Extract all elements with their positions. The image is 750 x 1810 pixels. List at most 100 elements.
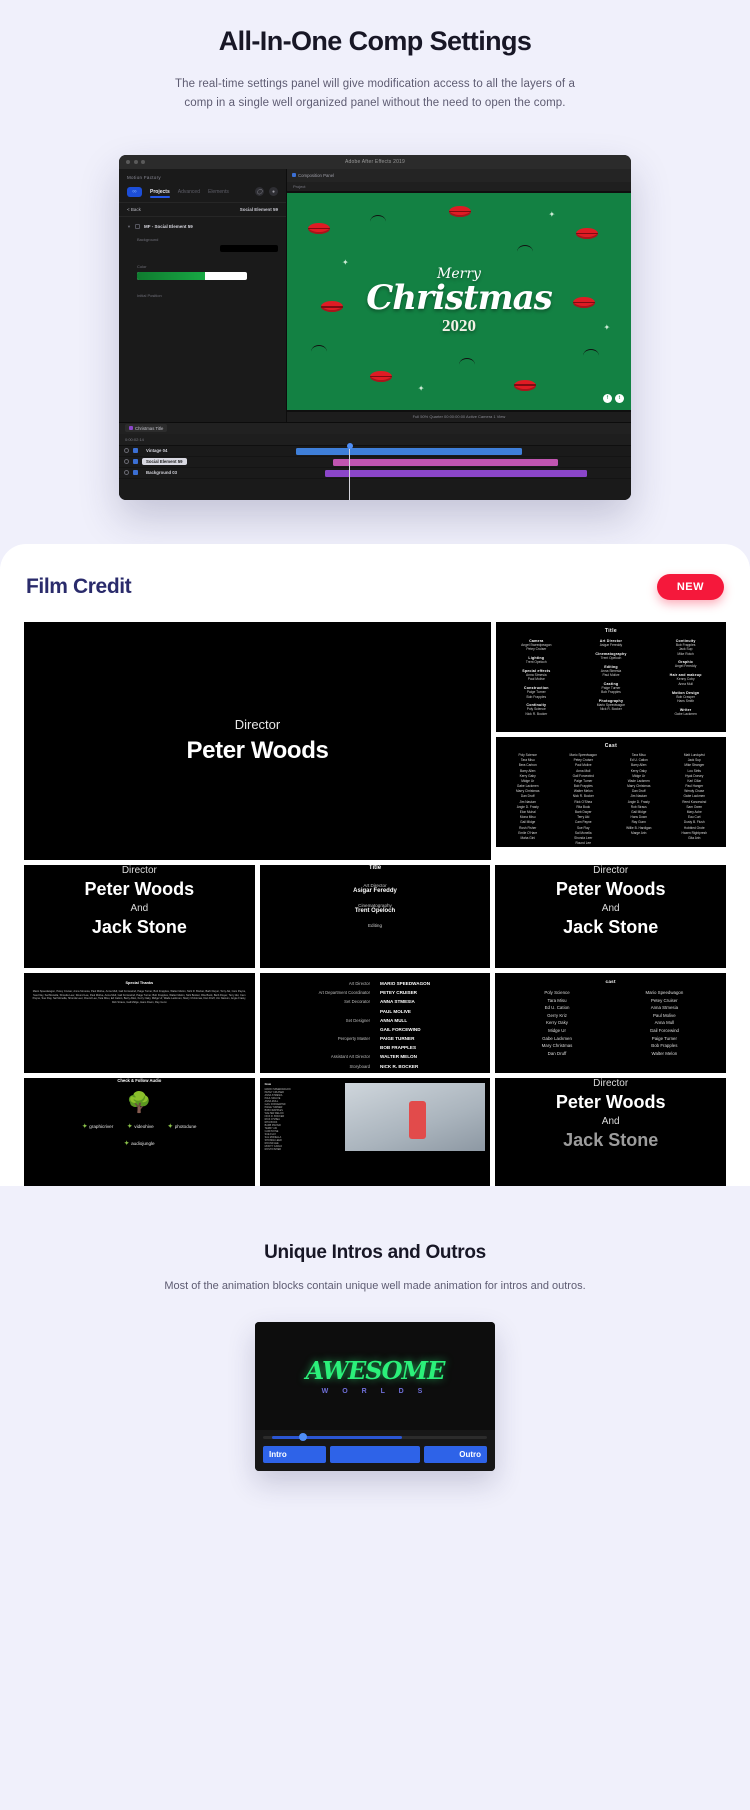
card-crew-photo[interactable]: Crew MARIO SPEEDWAGON PETEY CRUISER ANNA S… (259, 1077, 491, 1186)
cast-name: Anna Mull (654, 1020, 675, 1026)
credit-name: Nick R. Bocker (525, 711, 548, 716)
credit-name: MARIO SPEEDWAGON (380, 980, 431, 986)
landing-page: All-In-One Comp Settings The real-time s… (0, 0, 750, 1505)
card-credits-grid[interactable]: Title Camera Angel Sweedpeagon Petey Cruis… (495, 621, 726, 732)
credit-group: Special effects Anna Stmesia Paul Molive (503, 669, 570, 682)
card-cast-two-col[interactable]: cast Poly Science Tara Misu Ed U. Cation Ge… (495, 972, 727, 1073)
scrubber-knob[interactable] (298, 1433, 307, 1442)
card-special-thanks[interactable]: Special Thanks Mario Speedwagon, Petey C… (24, 972, 255, 1073)
user-icon[interactable]: ● (269, 187, 278, 197)
cast-name: Gail Midge (520, 820, 536, 825)
checkbox-icon[interactable] (134, 223, 140, 229)
table-row[interactable]: Vintage 04 (119, 446, 631, 457)
cast-name: Anna Stmesia (650, 1005, 679, 1011)
twitter-icon[interactable]: t (615, 393, 624, 403)
background-row (137, 244, 278, 252)
card-audio-credits[interactable]: Check & Follow Audio 🌳 ✦ graphicriver ✦ vi… (24, 1077, 255, 1186)
layer-track[interactable] (267, 457, 631, 467)
chevron-down-icon[interactable]: ▼ (127, 224, 131, 229)
panel-nav: ∞ Projects Advanced Elements ◯ ● (119, 184, 286, 202)
tab-christmas-title[interactable]: Christmas Title (125, 424, 168, 433)
tab-composition[interactable]: Composition Panel (292, 173, 334, 178)
back-button[interactable]: < Back (127, 207, 141, 212)
cast-name: Gail Forcewind (572, 773, 594, 778)
layer-track[interactable] (267, 468, 631, 478)
cast-name: Mona Misu (519, 815, 536, 820)
grid-row: Director Peter Woods Title Camera Angel S… (24, 621, 726, 860)
tab-advanced[interactable]: Advanced (178, 189, 200, 195)
cast-name: Emile O'Hare (518, 830, 538, 835)
credit-role (270, 1009, 370, 1014)
layer-color-icon (133, 448, 138, 454)
cast-name: Willie B. Hardigan (626, 825, 652, 830)
color-swatch[interactable] (220, 244, 278, 252)
card-title-roles[interactable]: Title Art Director Asigar Fereddy Cinema… (259, 864, 491, 968)
table-row[interactable]: Social Element 59 (119, 457, 631, 468)
brand-label: Motion Factory (127, 174, 161, 180)
tab-elements[interactable]: Elements (208, 189, 229, 195)
card-cast-list[interactable]: Cast Poly Science Tara Misu Bera Carbon Bar… (495, 736, 726, 847)
videohive-logo[interactable]: ✦ videohive (127, 1123, 153, 1130)
layer-track[interactable] (267, 446, 631, 456)
logo-row: ✦ graphicriver ✦ videohive ✦ photodune (82, 1123, 196, 1130)
layer-name: Vintage 04 (146, 448, 168, 454)
comp-toolbar[interactable]: Full 50% Quarter 00:00:00:00 Active Came… (287, 411, 631, 422)
card-art-department[interactable]: Art Director Art Department Coordinator Se… (259, 972, 491, 1073)
credit-header: Film Credit NEW (0, 573, 750, 622)
eye-icon[interactable] (124, 459, 129, 465)
layer-left: Social Element 59 (119, 458, 267, 466)
credit-role: Assistant Art Director (330, 1054, 371, 1060)
social-icons[interactable]: f t (603, 393, 624, 403)
cast-name: Bob Frapples (651, 1043, 678, 1049)
card-person-2: Jack Stone (91, 916, 187, 937)
cast-name: Gita Arin (688, 835, 701, 840)
credit-role: Set Decorator (344, 999, 371, 1005)
crew-lines: MARIO SPEEDWAGON PETEY CRUISER ANNA STMESI… (265, 1088, 340, 1151)
panel-icons: ◯ ● (255, 187, 278, 197)
cast-name: Tara Misu (631, 752, 646, 757)
color-slider[interactable] (137, 271, 247, 280)
card-title: cast (605, 978, 616, 984)
credit-name: Nick R. Bocker (600, 707, 622, 712)
card-director-hero[interactable]: Director Peter Woods (24, 621, 491, 860)
layer-item[interactable]: ▼ MF - Social Element 59 (119, 217, 286, 233)
eye-icon[interactable] (124, 448, 129, 454)
credit-group: Editing Anna Stmesia Paul Molive (578, 665, 645, 678)
facebook-icon[interactable]: f (603, 393, 612, 403)
credit-name: Bob Frapples (601, 690, 621, 695)
card-director-pair-right[interactable]: Director Peter Woods And Jack Stone (495, 864, 727, 968)
cast-name: Gabe Lackmen (542, 1035, 572, 1041)
preview-stage[interactable]: AWESOME W O R L D S (255, 1321, 495, 1430)
middle-segment[interactable] (329, 1445, 421, 1463)
layer-name: Social Element 59 (142, 458, 187, 466)
card-and: And (130, 902, 149, 914)
card-director-pair-bottom[interactable]: Director Peter Woods And Jack Stone (495, 1077, 727, 1186)
graphicriver-logo[interactable]: ✦ graphicriver (82, 1123, 113, 1130)
tab-projects[interactable]: Projects (150, 189, 170, 198)
status-badge: NEW (656, 573, 724, 600)
card-director-pair-left[interactable]: Director Peter Woods And Jack Stone (24, 864, 255, 968)
section-subtitle: Most of the animation blocks contain uni… (164, 1279, 586, 1292)
playhead[interactable] (346, 442, 353, 500)
outro-button[interactable]: Outro (424, 1445, 487, 1463)
intro-button[interactable]: Intro (263, 1445, 326, 1463)
intro-preview-window: AWESOME W O R L D S Intro Outro (255, 1321, 495, 1471)
timeline-scrubber[interactable] (263, 1433, 487, 1442)
table-row[interactable]: Background 03 (119, 468, 631, 479)
property-label-extra: Initial Position (137, 292, 162, 298)
comp-tab-label: Composition Panel (298, 172, 335, 178)
card-title: Title (368, 864, 382, 871)
cast-name: Paul Molive (575, 763, 592, 768)
search-icon[interactable]: ◯ (255, 187, 264, 197)
cast-column: Matt Lundqvist Jack Sup Mike Stranger Lou S… (669, 753, 721, 845)
cast-name: Midge Ur (521, 778, 535, 783)
comp-canvas[interactable]: ✦ ✦ ✦ ✦ Merry Christmas 2020 f t (287, 192, 631, 410)
eye-icon[interactable] (124, 470, 129, 476)
comp-stage: ✦ ✦ ✦ ✦ Merry Christmas 2020 f t (287, 190, 631, 412)
audiojungle-logo[interactable]: ✦ audiojungle (124, 1140, 155, 1147)
cast-list: cast Poly Science Tara Misu Ed U. Cation Ge… (495, 973, 726, 1060)
cast-name: Rita Book (576, 804, 591, 809)
director-stack: Director Peter Woods And Jack Stone (24, 865, 255, 938)
role-pair: Cinematography Trent Opeloch (355, 903, 395, 914)
photodune-logo[interactable]: ✦ photodune (168, 1123, 197, 1130)
